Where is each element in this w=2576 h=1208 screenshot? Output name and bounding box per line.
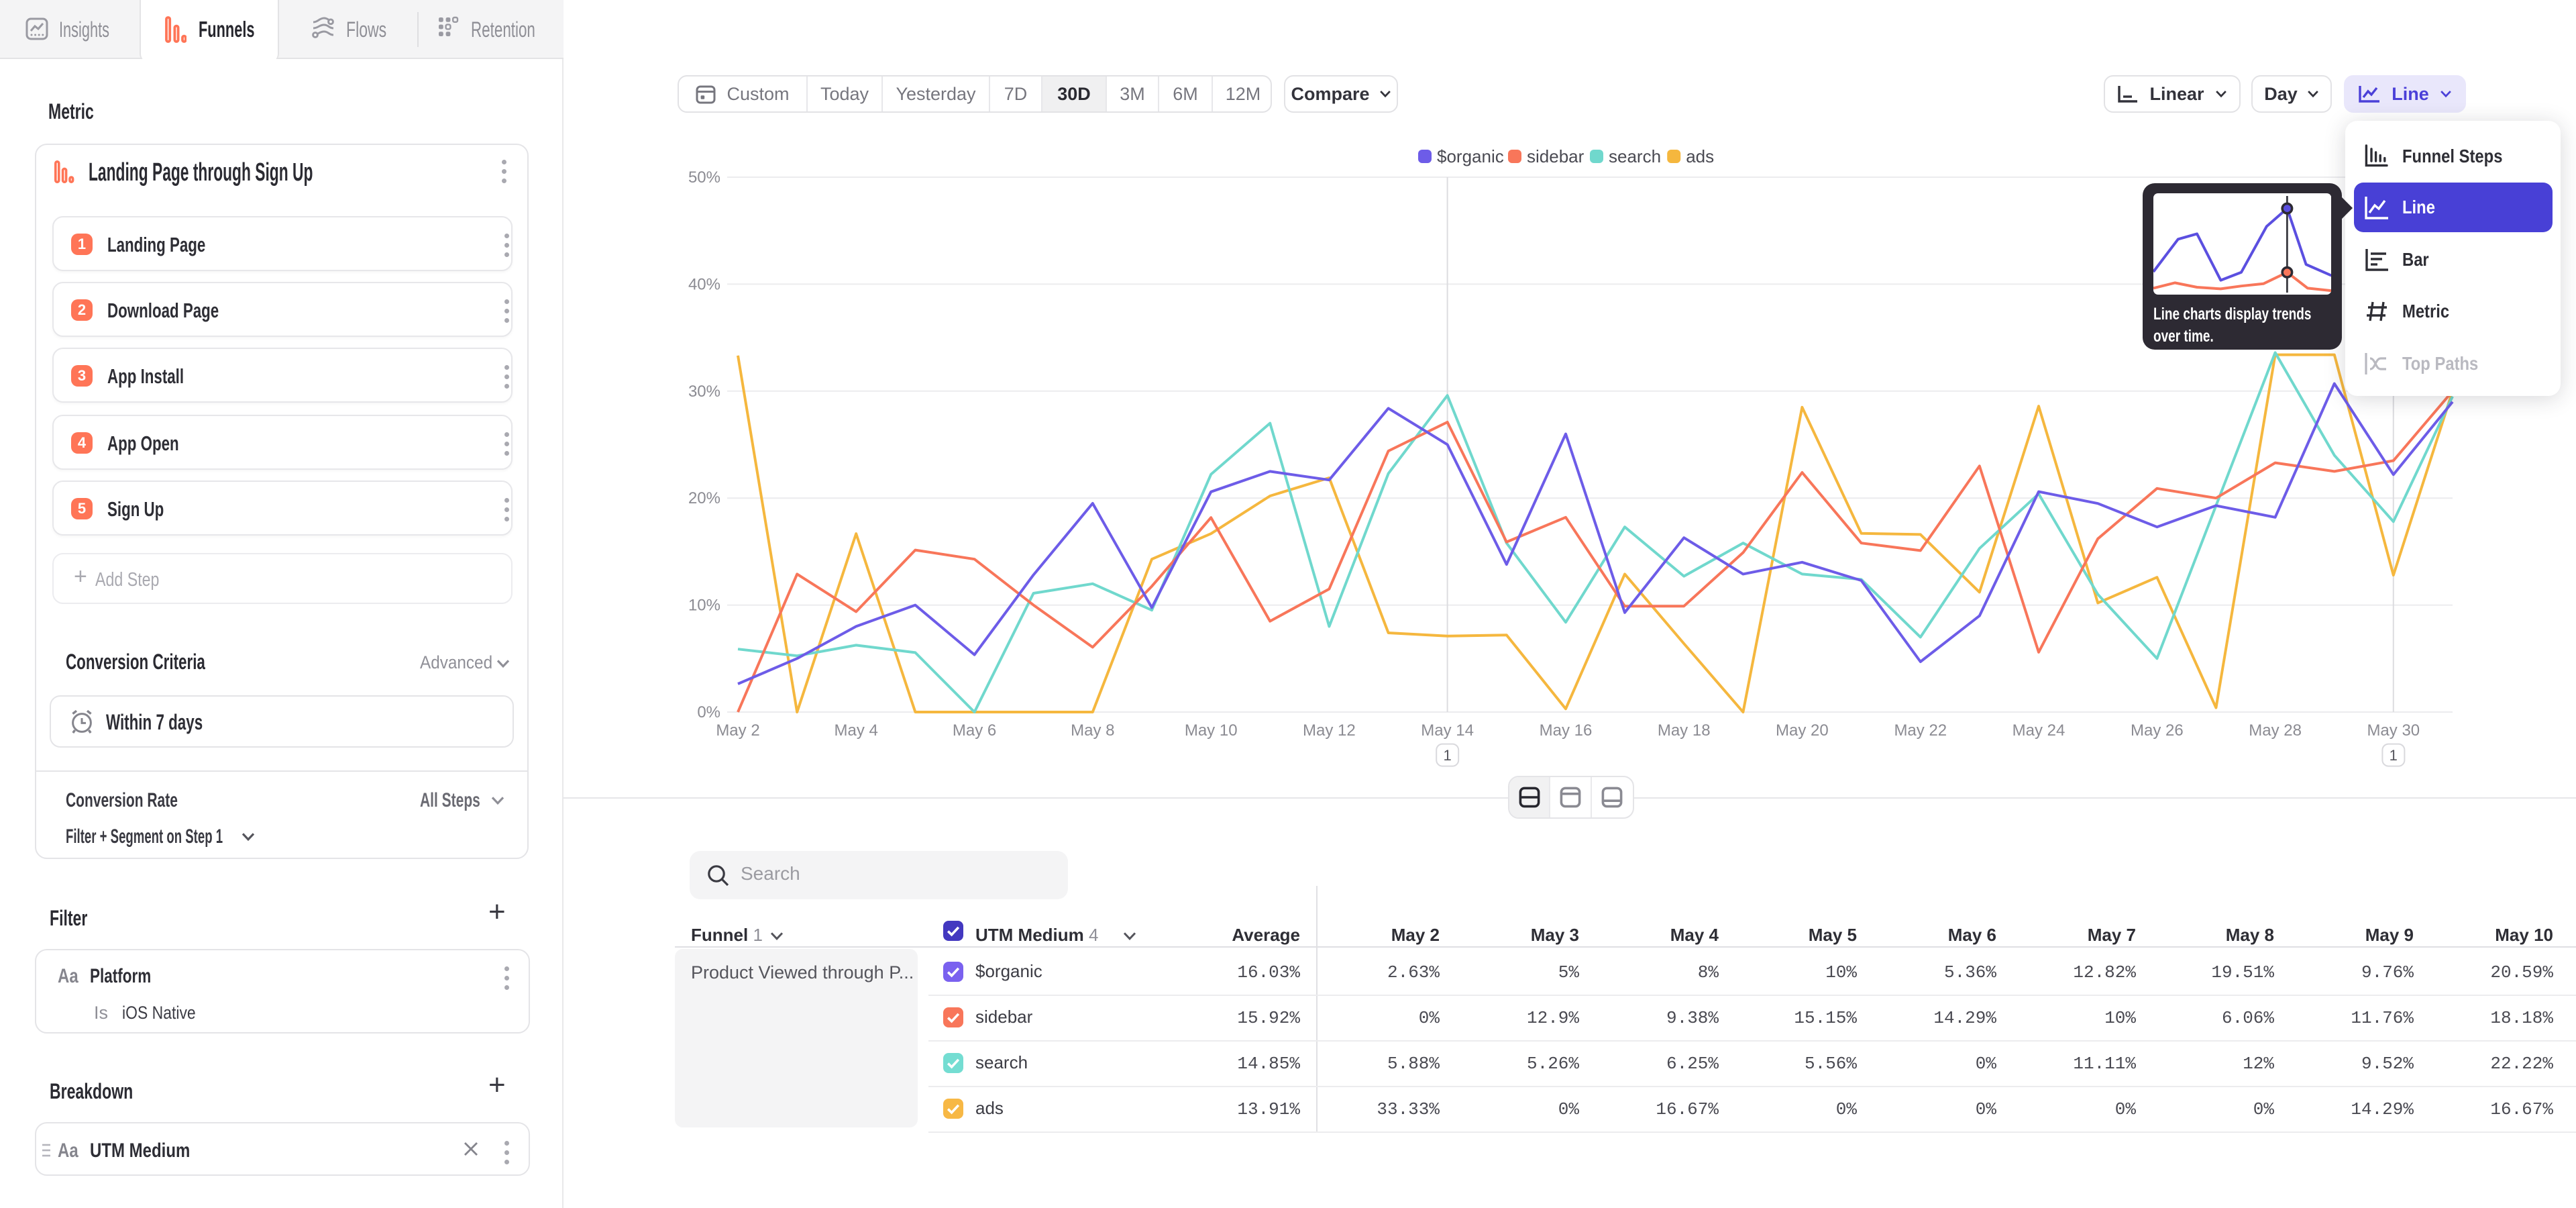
svg-text:May 30: May 30 (2367, 721, 2420, 740)
svg-text:$organic: $organic (1437, 146, 1504, 166)
svg-text:20%: 20% (688, 489, 720, 507)
svg-text:May 20: May 20 (1776, 721, 1829, 740)
svg-text:May 12: May 12 (1303, 721, 1356, 740)
svg-text:May 22: May 22 (1894, 721, 1947, 740)
svg-text:May 18: May 18 (1658, 721, 1711, 740)
svg-text:1: 1 (2390, 747, 2398, 764)
svg-text:May 24: May 24 (2012, 721, 2065, 740)
svg-text:May 26: May 26 (2131, 721, 2184, 740)
svg-text:May 8: May 8 (1071, 721, 1114, 740)
svg-text:sidebar: sidebar (1527, 146, 1585, 166)
svg-text:10%: 10% (688, 597, 720, 615)
svg-text:May 2: May 2 (716, 721, 759, 740)
svg-text:0%: 0% (697, 703, 720, 721)
svg-text:40%: 40% (688, 275, 720, 293)
svg-text:ads: ads (1686, 146, 1714, 166)
svg-text:search: search (1609, 146, 1661, 166)
svg-text:30%: 30% (688, 383, 720, 401)
svg-text:May 16: May 16 (1540, 721, 1593, 740)
svg-text:May 14: May 14 (1421, 721, 1474, 740)
svg-text:50%: 50% (688, 168, 720, 187)
svg-text:1: 1 (1443, 747, 1451, 764)
svg-text:May 6: May 6 (953, 721, 996, 740)
svg-text:May 4: May 4 (835, 721, 878, 740)
svg-text:May 10: May 10 (1185, 721, 1238, 740)
svg-text:May 28: May 28 (2249, 721, 2302, 740)
